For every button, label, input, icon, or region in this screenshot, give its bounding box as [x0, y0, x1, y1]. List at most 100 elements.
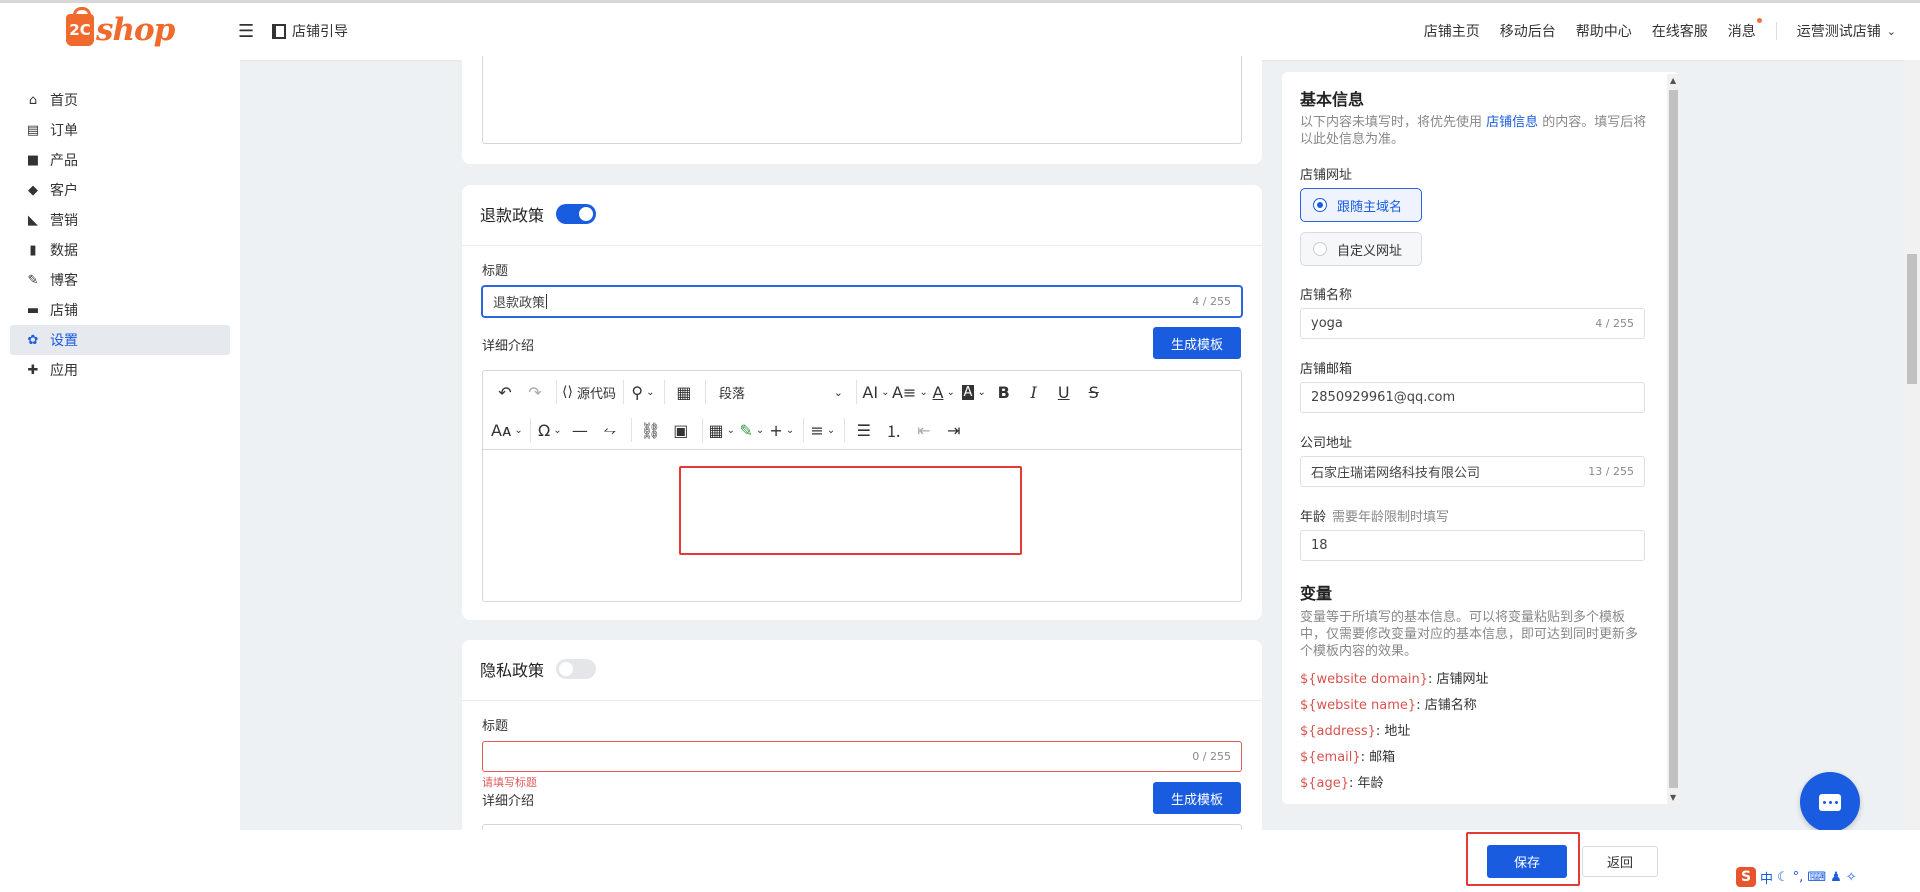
scroll-down-arrow-icon[interactable]: ▼ — [1670, 793, 1676, 802]
bullet-list-icon[interactable]: ☰ — [850, 416, 878, 444]
nav-online-support[interactable]: 在线客服 — [1652, 21, 1708, 41]
store-selector[interactable]: 运营测试店铺 ⌄ — [1797, 21, 1896, 41]
highlighter-icon[interactable]: ✎ ⌄ — [738, 416, 766, 444]
outdent-icon[interactable]: ⇤ — [910, 416, 938, 444]
store-name-count: 4 / 255 — [1595, 317, 1634, 330]
age-value: 18 — [1311, 538, 1328, 553]
numbered-list-icon[interactable]: ⒈ — [880, 416, 908, 444]
previous-editor-body[interactable] — [482, 56, 1242, 144]
store-email-input[interactable]: 2850929961@qq.com — [1300, 382, 1645, 413]
toolbar-separator — [704, 380, 706, 404]
letter-spacing-icon[interactable]: Aᴀ ⌄ — [491, 416, 523, 444]
nav-messages-label: 消息 — [1727, 24, 1756, 40]
sidebar-item-data[interactable]: ▮ 数据 — [10, 235, 230, 265]
bold-icon[interactable]: B — [990, 378, 1018, 406]
find-replace-icon[interactable]: ⚲ ⌄ — [629, 378, 657, 406]
privacy-policy-toggle[interactable] — [556, 659, 597, 679]
sidebar-item-settings[interactable]: ✿ 设置 — [10, 325, 230, 355]
sidebar-item-marketing[interactable]: ◣ 营销 — [10, 205, 230, 235]
font-family-icon[interactable]: A≡ ⌄ — [892, 378, 928, 406]
age-input[interactable]: 18 — [1300, 530, 1645, 561]
image-icon[interactable]: ▣ — [667, 416, 695, 444]
chevron-down-icon: ⌄ — [826, 424, 836, 436]
refund-policy-title: 退款政策 — [480, 206, 545, 225]
store-email-value: 2850929961@qq.com — [1311, 390, 1456, 405]
chevron-down-icon: ⌄ — [514, 424, 523, 436]
page-scrollbar[interactable] — [1904, 60, 1920, 830]
privacy-title-input[interactable]: 0 / 255 — [482, 741, 1242, 772]
source-code-icon: ⟨⟩ — [562, 384, 573, 400]
variable-token[interactable]: ${age} — [1300, 776, 1349, 791]
save-button[interactable]: 保存 — [1487, 845, 1567, 878]
source-code-button[interactable]: ⟨⟩ 源代码 — [562, 378, 616, 406]
special-character-icon[interactable]: Ω ⌄ — [536, 416, 564, 444]
variable-token[interactable]: ${address} — [1300, 724, 1376, 739]
age-hint: 需要年龄限制时填写 — [1332, 510, 1450, 525]
variable-token[interactable]: ${website name} — [1300, 698, 1416, 713]
variable-website-name: ${website name}: 店铺名称 — [1300, 694, 1477, 713]
background-color-icon[interactable]: A ⌄ — [960, 378, 988, 406]
table-icon[interactable]: ▦ ⌄ — [708, 416, 736, 444]
privacy-title-error: 请填写标题 — [482, 776, 537, 789]
company-address-input[interactable]: 石家庄瑞诺网络科技有限公司 13 / 255 — [1300, 456, 1645, 487]
align-icon[interactable]: ≡ ⌄ — [809, 416, 837, 444]
chevron-down-icon: ⌄ — [785, 424, 795, 436]
bag-icon: ■ — [26, 152, 40, 168]
italic-icon[interactable]: I — [1020, 378, 1048, 406]
panel-scrollbar-thumb[interactable] — [1669, 90, 1678, 788]
link-icon[interactable]: ⛓ — [637, 416, 665, 444]
variable-meaning: : 邮箱 — [1360, 750, 1396, 765]
privacy-policy-title: 隐私政策 — [480, 661, 545, 680]
sidebar-item-label: 博客 — [50, 273, 78, 289]
redo-icon[interactable]: ↷ — [521, 378, 549, 406]
logo[interactable]: 2C shop — [66, 7, 175, 48]
page-scrollbar-thumb[interactable] — [1907, 254, 1917, 384]
settings-wrench-icon: ✧ — [1845, 869, 1857, 885]
radio-follow-main-domain[interactable]: 跟随主域名 — [1300, 188, 1422, 222]
back-button[interactable]: 返回 — [1582, 846, 1658, 877]
nav-messages[interactable]: 消息 — [1727, 18, 1762, 41]
refund-policy-header: 退款政策 — [480, 202, 597, 226]
select-all-icon[interactable]: ▦ — [670, 378, 698, 406]
sidebar-item-orders[interactable]: ▤ 订单 — [10, 115, 230, 145]
privacy-title-label: 标题 — [482, 719, 509, 734]
refund-policy-toggle[interactable] — [556, 204, 597, 224]
refund-generate-template-button[interactable]: 生成模板 — [1153, 327, 1241, 359]
ime-toolbar[interactable]: S 中 ☾ °, ⌨ ♟ ✧ — [1736, 866, 1857, 888]
variable-token[interactable]: ${website domain} — [1300, 672, 1428, 687]
radio-custom-url[interactable]: 自定义网址 — [1300, 232, 1422, 266]
sidebar-item-blog[interactable]: ✎ 博客 — [10, 265, 230, 295]
nav-mobile-admin[interactable]: 移动后台 — [1500, 21, 1556, 41]
font-size-icon[interactable]: AI ⌄ — [862, 378, 890, 406]
panel-scrollbar[interactable]: ▲ ▼ — [1667, 74, 1680, 804]
undo-icon[interactable]: ↶ — [491, 378, 519, 406]
strikethrough-icon[interactable]: S — [1080, 378, 1108, 406]
store-info-link[interactable]: 店铺信息 — [1486, 115, 1538, 130]
scroll-up-arrow-icon[interactable]: ▲ — [1670, 76, 1676, 85]
radio-label: 自定义网址 — [1337, 243, 1403, 259]
chat-support-button[interactable] — [1800, 772, 1860, 832]
paragraph-select[interactable]: 段落 ⌄ — [711, 378, 851, 406]
nav-help-center[interactable]: 帮助中心 — [1576, 21, 1632, 41]
font-color-icon[interactable]: A ⌄ — [930, 378, 958, 406]
sidebar-item-products[interactable]: ■ 产品 — [10, 145, 230, 175]
sidebar-item-home[interactable]: ⌂ 首页 — [10, 85, 230, 115]
variable-token[interactable]: ${email} — [1300, 750, 1361, 765]
store-name-input[interactable]: yoga 4 / 255 — [1300, 308, 1645, 339]
nav-store-home[interactable]: 店铺主页 — [1424, 21, 1480, 41]
store-guide-link[interactable]: 店铺引导 — [272, 21, 348, 41]
editor-toolbar-row-2: Aᴀ ⌄ Ω ⌄ — ⥊ ⛓ ▣ ▦ ⌄ ✎ ⌄ + ⌄ ≡ ⌄ ☰ ⒈ ⇤ ⇥ — [483, 411, 1241, 449]
horizontal-line-icon[interactable]: — — [566, 416, 594, 444]
hamburger-icon[interactable]: ☰ — [238, 21, 254, 42]
sidebar-item-apps[interactable]: ✚ 应用 — [10, 355, 230, 385]
privacy-generate-template-button[interactable]: 生成模板 — [1153, 782, 1241, 814]
page-break-icon[interactable]: ⥊ — [596, 416, 624, 444]
sidebar-item-customers[interactable]: ◆ 客户 — [10, 175, 230, 205]
refund-title-input[interactable]: 退款政策 4 / 255 — [482, 286, 1242, 317]
indent-icon[interactable]: ⇥ — [940, 416, 968, 444]
insert-icon[interactable]: + ⌄ — [768, 416, 796, 444]
underline-icon[interactable]: U — [1050, 378, 1078, 406]
toolbar-separator — [556, 380, 557, 404]
radio-dot — [1313, 242, 1327, 256]
sidebar-item-store[interactable]: ▬ 店铺 — [10, 295, 230, 325]
